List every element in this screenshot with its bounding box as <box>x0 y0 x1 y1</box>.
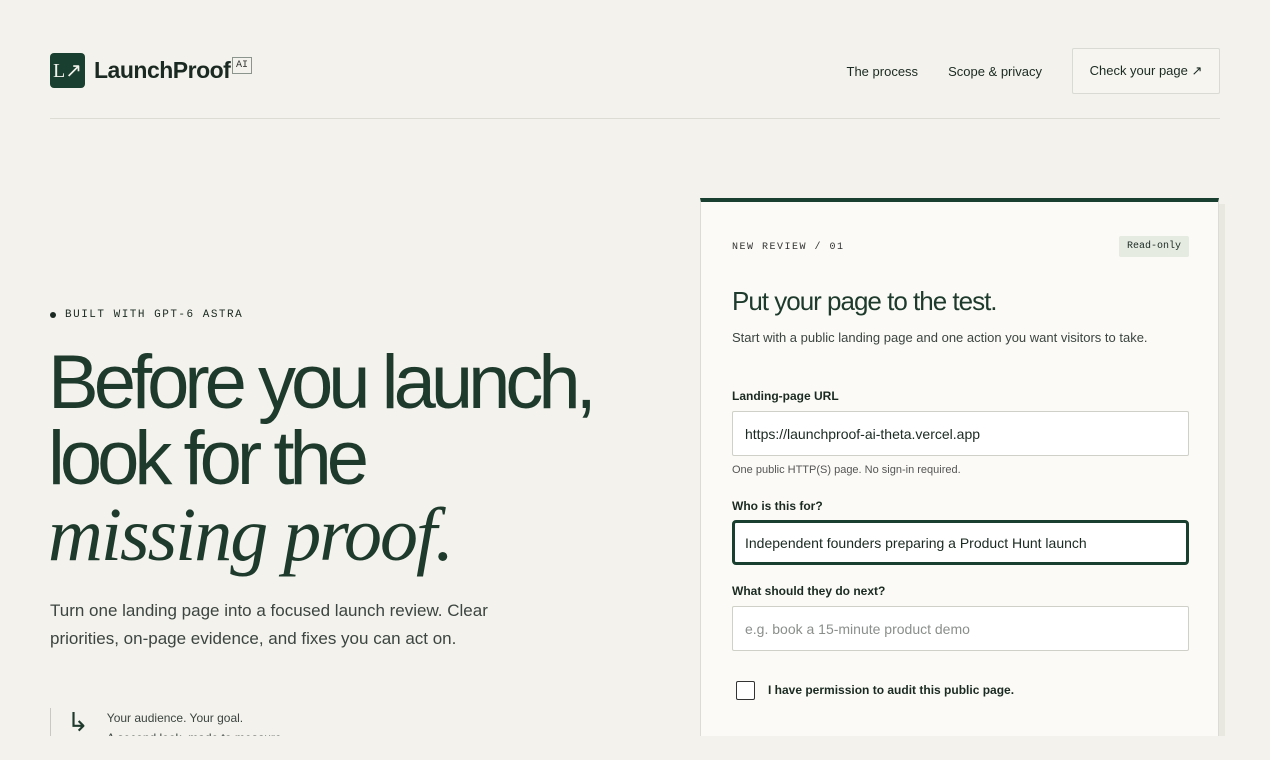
hero-line-3: missing proof. <box>48 493 454 577</box>
permission-label[interactable]: I have permission to audit this public p… <box>768 683 1014 697</box>
audience-input[interactable]: Independent founders preparing a Product… <box>732 520 1189 565</box>
hero-line-1: Before you launch, <box>48 340 597 425</box>
nav-link-process[interactable]: The process <box>847 64 919 79</box>
url-input[interactable]: https://launchproof-ai-theta.vercel.app <box>732 411 1189 456</box>
check-your-page-button[interactable]: Check your page ↗ <box>1072 48 1220 94</box>
card-subtitle: Start with a public landing page and one… <box>732 330 1148 345</box>
header-divider <box>50 118 1220 119</box>
note-line-1: Your audience. Your goal. <box>106 711 244 725</box>
permission-checkbox[interactable] <box>736 681 755 700</box>
audience-label: Who is this for? <box>732 499 823 513</box>
bullet-dot-icon <box>50 312 56 318</box>
brand-name[interactable]: LaunchProof <box>94 57 231 84</box>
eyebrow-text: BUILT WITH GPT-6 ASTRA <box>65 309 244 321</box>
logo-icon[interactable]: L↗ <box>50 53 85 88</box>
url-hint: One public HTTP(S) page. No sign-in requ… <box>732 464 961 476</box>
hero-heading: Before you launch, look for the missing … <box>48 340 597 577</box>
top-nav: The process Scope & privacy Check your p… <box>847 48 1220 94</box>
url-label: Landing-page URL <box>732 389 839 403</box>
ai-badge: AI <box>232 57 253 74</box>
site-header: L↗ LaunchProof AI The process Scope & pr… <box>50 48 1220 94</box>
nav-link-scope-privacy[interactable]: Scope & privacy <box>948 64 1042 79</box>
hero-subtitle: Turn one landing page into a focused lau… <box>50 601 488 648</box>
status-badge: Read-only <box>1118 236 1189 257</box>
eyebrow: BUILT WITH GPT-6 ASTRA <box>50 309 243 321</box>
goal-input[interactable]: e.g. book a 15-minute product demo <box>732 606 1189 651</box>
hero-line-2: look for the <box>48 416 369 501</box>
goal-label: What should they do next? <box>732 584 886 598</box>
card-title: Put your page to the test. <box>732 286 998 316</box>
viewport-bottom-edge <box>0 736 1270 760</box>
card-tag: NEW REVIEW / 01 <box>732 242 845 253</box>
review-form-card: NEW REVIEW / 01 Read-only Put your page … <box>700 198 1219 760</box>
